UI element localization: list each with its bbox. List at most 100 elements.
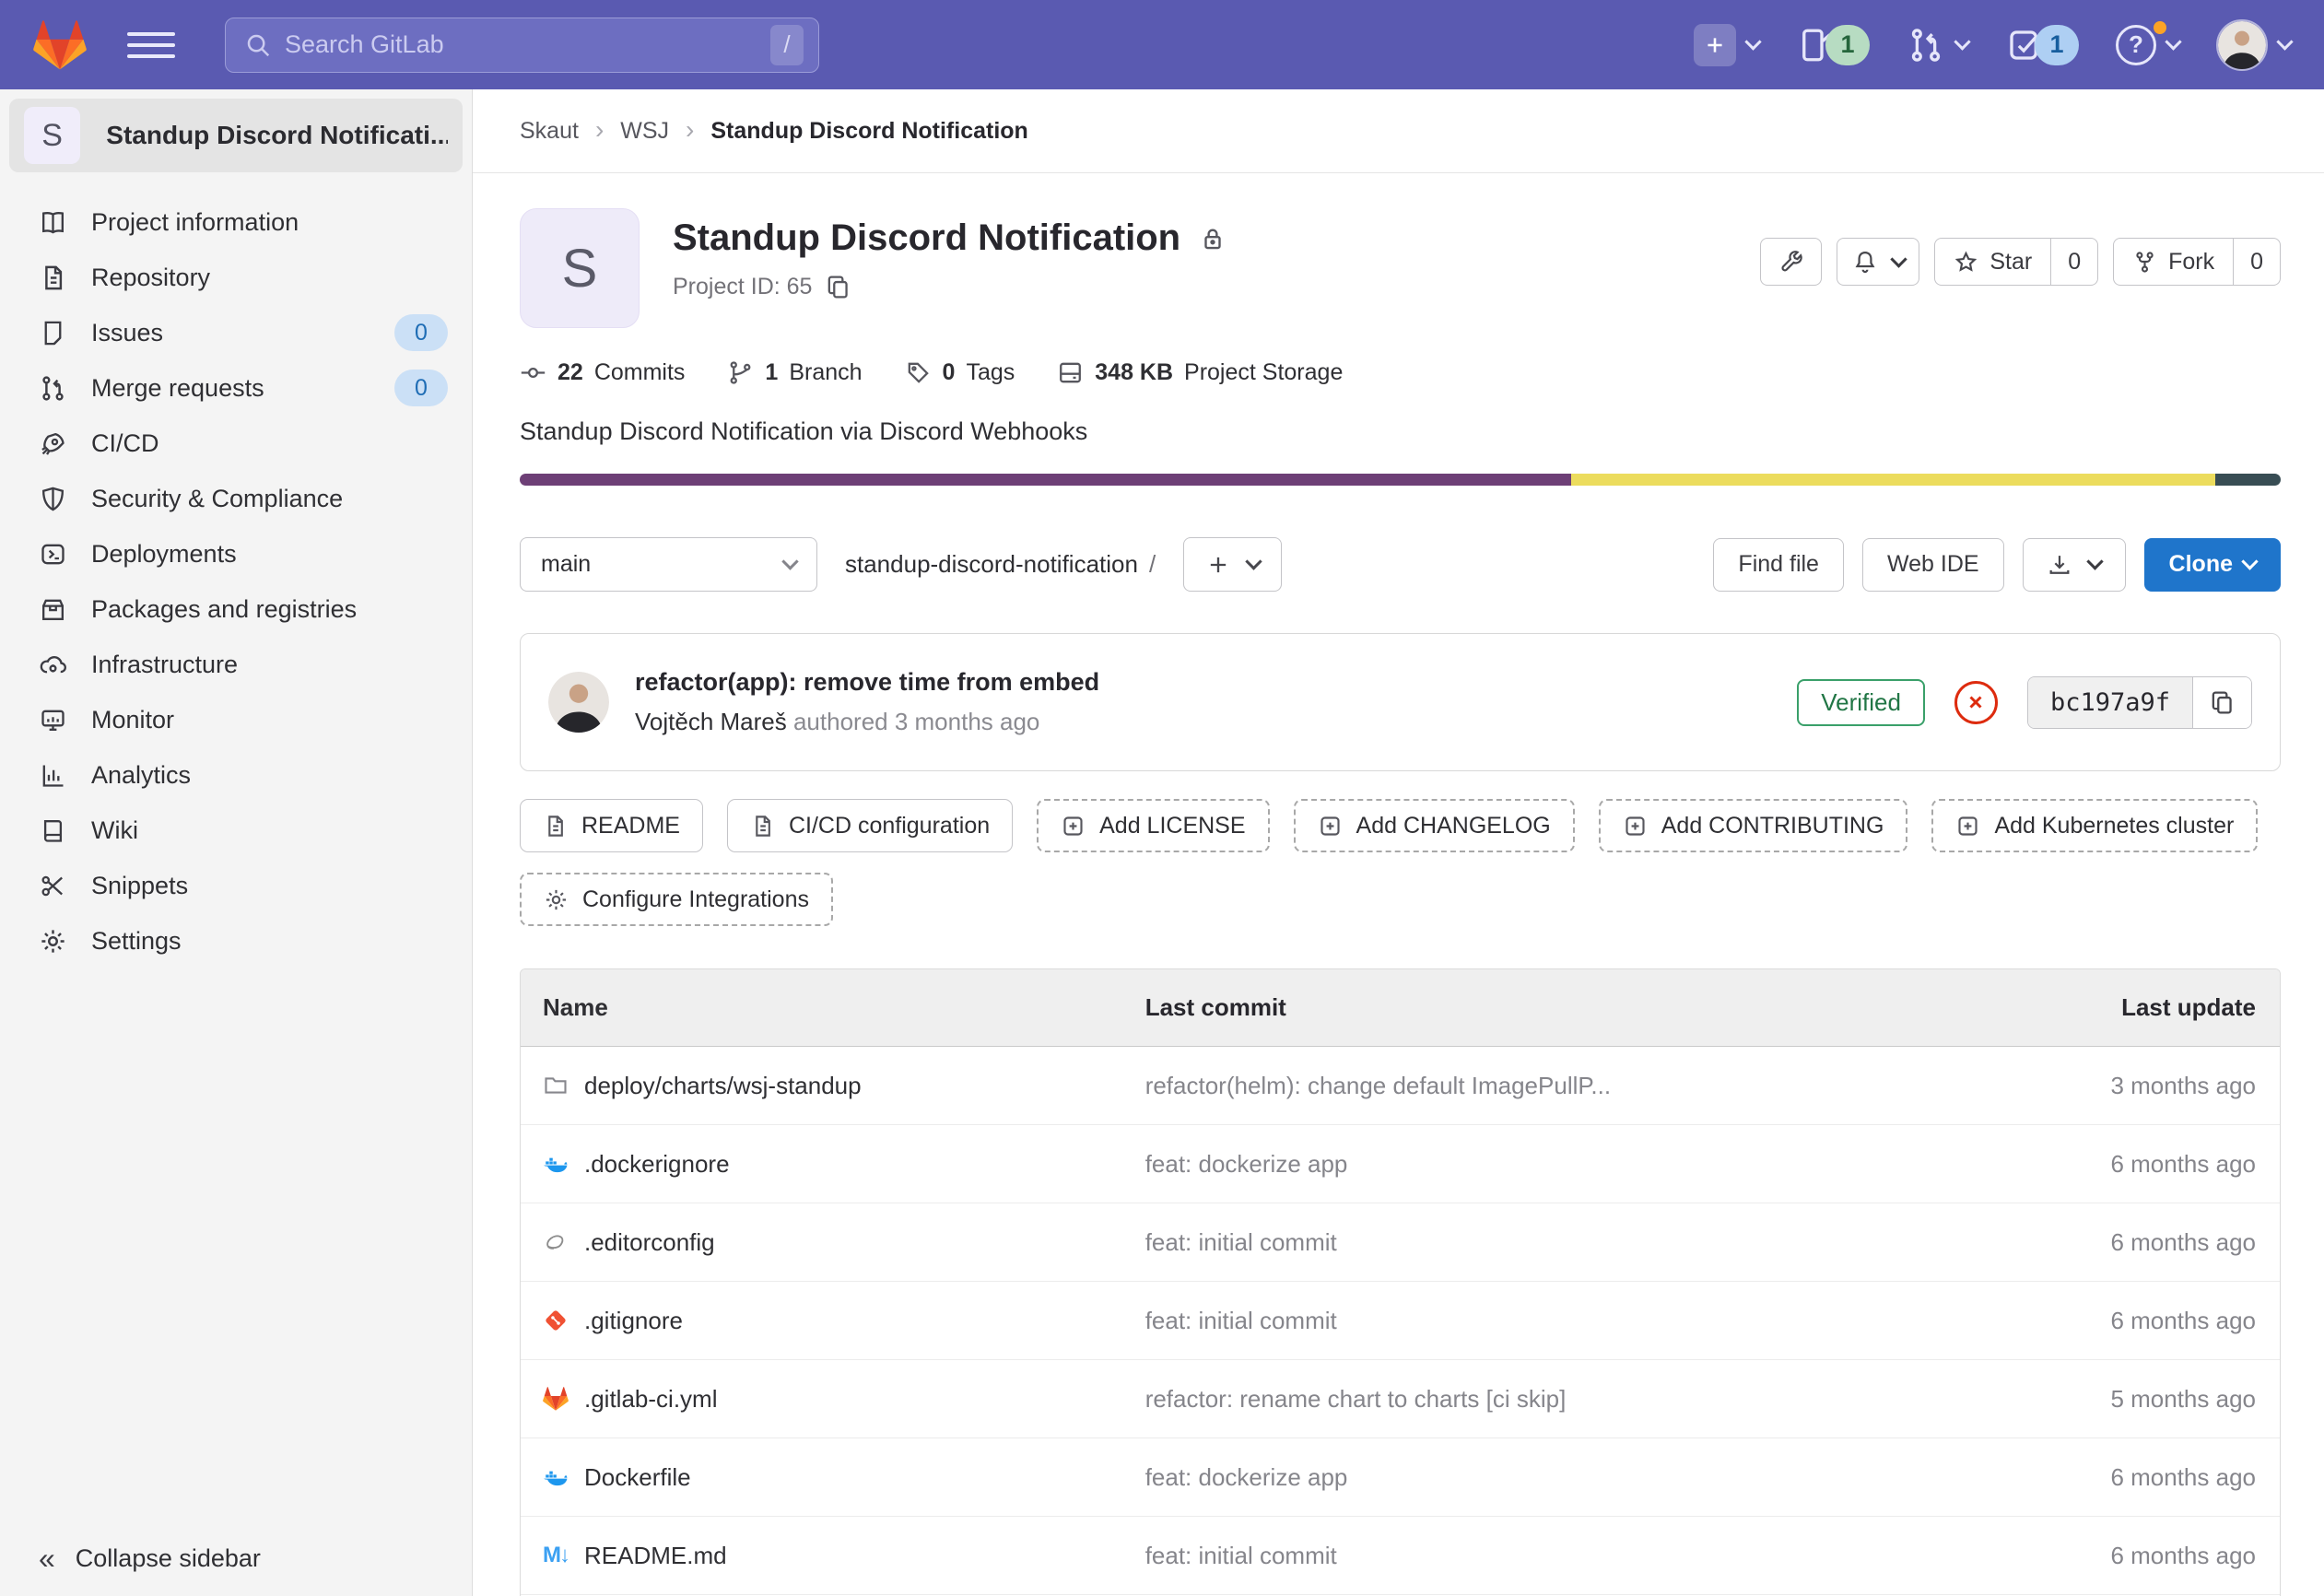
star-count[interactable]: 0 [2050,239,2097,285]
stat-storage[interactable]: 348 KBProject Storage [1057,359,1343,386]
file-name[interactable]: deploy/charts/wsj-standup [584,1072,862,1100]
breadcrumb-separator: › [595,115,604,145]
commit-author-avatar[interactable] [548,672,609,733]
tag-icon [905,359,932,386]
breadcrumb-group[interactable]: Skaut [520,118,579,145]
issues-count-badge: 0 [394,314,448,351]
row-commit-message[interactable]: feat: dockerize app [1145,1463,1976,1492]
table-row: M↓ README.md feat: initial commit 6 mont… [521,1517,2280,1595]
help-menu-button[interactable]: ? [2116,25,2179,65]
copy-sha-button[interactable] [2192,677,2251,728]
fork-count[interactable]: 0 [2233,239,2280,285]
commit-message[interactable]: refactor(app): remove time from embed [635,668,1099,697]
sidebar-item-packages-registries[interactable]: Packages and registries [0,581,472,637]
sidebar-item-issues[interactable]: Issues 0 [0,305,472,360]
repo-path: standup-discord-notification / [845,550,1156,579]
file-name[interactable]: .gitignore [584,1307,683,1335]
row-last-update: 6 months ago [1976,1307,2280,1335]
sidebar-item-repository[interactable]: Repository [0,250,472,305]
copy-icon[interactable] [825,274,851,300]
sidebar-item-snippets[interactable]: Snippets [0,858,472,913]
gear-icon [39,927,67,956]
gitlab-logo-icon[interactable] [33,18,87,72]
sidebar-item-merge-requests[interactable]: Merge requests 0 [0,360,472,416]
commit-author[interactable]: Vojtěch Mareš [635,708,787,735]
repo-path-name[interactable]: standup-discord-notification [845,550,1138,579]
fork-button[interactable]: Fork [2114,239,2233,285]
pipeline-failed-icon[interactable] [1954,681,1998,724]
issues-menu-button[interactable]: 1 [1796,25,1870,65]
file-icon [750,814,775,839]
add-contributing-button[interactable]: Add CONTRIBUTING [1599,799,1908,852]
user-menu-button[interactable] [2216,19,2291,71]
todos-button[interactable]: 1 [2005,25,2079,65]
row-commit-message[interactable]: feat: initial commit [1145,1228,1976,1257]
add-kubernetes-cluster-button[interactable]: Add Kubernetes cluster [1931,799,2258,852]
file-name[interactable]: README.md [584,1542,727,1570]
verified-badge[interactable]: Verified [1797,679,1925,726]
row-commit-message[interactable]: refactor(helm): change default ImagePull… [1145,1072,1976,1100]
gitlab-app: / 1 1 ? [0,0,2324,1596]
hamburger-menu-icon[interactable] [127,21,175,69]
sidebar-item-monitor[interactable]: Monitor [0,692,472,747]
add-file-dropdown[interactable] [1183,537,1282,592]
merge-requests-menu-button[interactable] [1907,26,1968,65]
add-changelog-button[interactable]: Add CHANGELOG [1294,799,1575,852]
web-ide-button[interactable]: Web IDE [1862,538,2004,592]
notifications-button[interactable] [1837,238,1919,286]
file-name[interactable]: .gitlab-ci.yml [584,1385,717,1414]
row-commit-message[interactable]: refactor: rename chart to charts [ci ski… [1145,1385,1976,1414]
settings-wrench-button[interactable] [1760,238,1822,286]
plus-icon [1694,24,1736,66]
table-row: deploy/charts/wsj-standup refactor(helm)… [521,1047,2280,1125]
clone-button[interactable]: Clone [2144,538,2281,592]
sidebar-menu: Project information Repository Issues 0 … [0,194,472,968]
page-title: Standup Discord Notification [673,217,1180,259]
stat-tags[interactable]: 0Tags [905,359,1015,386]
project-information-icon [39,208,67,237]
row-commit-message[interactable]: feat: initial commit [1145,1307,1976,1335]
project-context-header[interactable]: S Standup Discord Notificati... [9,99,463,172]
sidebar-item-cicd[interactable]: CI/CD [0,416,472,471]
sidebar-item-infrastructure[interactable]: Infrastructure [0,637,472,692]
add-license-button[interactable]: Add LICENSE [1037,799,1269,852]
sidebar-item-project-information[interactable]: Project information [0,194,472,250]
table-row: Dockerfile feat: dockerize app 6 months … [521,1438,2280,1517]
project-stats: 22Commits 1Branch 0Tags 348 KBProject St… [520,359,2281,386]
rocket-icon [39,429,67,458]
commit-meta: authored 3 months ago [787,708,1040,735]
find-file-button[interactable]: Find file [1713,538,1844,592]
search-input[interactable] [285,30,757,59]
breadcrumb-subgroup[interactable]: WSJ [620,118,669,145]
download-button[interactable] [2023,538,2126,592]
commit-sha-widget: bc197a9f [2027,676,2252,729]
chevron-down-icon [781,553,798,569]
project-avatar: S [520,208,640,328]
configure-integrations-button[interactable]: Configure Integrations [520,873,833,926]
stat-branches[interactable]: 1Branch [727,359,862,386]
cicd-configuration-button[interactable]: CI/CD configuration [727,799,1013,852]
row-commit-message[interactable]: feat: dockerize app [1145,1150,1976,1179]
branch-selector[interactable]: main [520,537,817,592]
search-bar[interactable]: / [225,18,819,73]
file-name[interactable]: .editorconfig [584,1228,715,1257]
language-bar[interactable] [520,474,2281,486]
scissors-icon [39,872,67,900]
file-name[interactable]: Dockerfile [584,1463,691,1492]
row-commit-message[interactable]: feat: initial commit [1145,1542,1976,1570]
sidebar-item-wiki[interactable]: Wiki [0,803,472,858]
help-icon: ? [2116,25,2156,65]
sidebar-item-deployments[interactable]: Deployments [0,526,472,581]
sidebar-item-settings[interactable]: Settings [0,913,472,968]
table-row: .dockerignore feat: dockerize app 6 mont… [521,1125,2280,1203]
fork-button-group: Fork 0 [2113,238,2281,286]
file-icon [543,814,568,839]
star-button[interactable]: Star [1935,239,2050,285]
sidebar-item-analytics[interactable]: Analytics [0,747,472,803]
stat-commits[interactable]: 22Commits [520,359,685,386]
sidebar-item-security-compliance[interactable]: Security & Compliance [0,471,472,526]
new-menu-button[interactable] [1694,24,1759,66]
file-name[interactable]: .dockerignore [584,1150,730,1179]
readme-button[interactable]: README [520,799,703,852]
collapse-sidebar-button[interactable]: « Collapse sidebar [0,1520,472,1596]
